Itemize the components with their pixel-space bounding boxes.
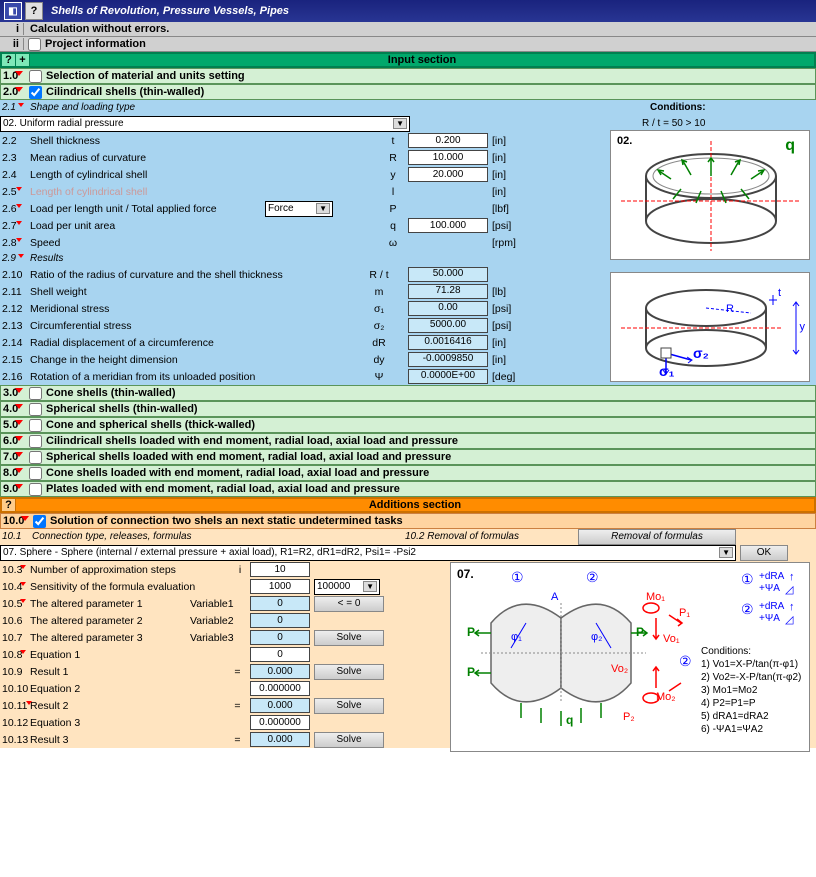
- sensitivity-dropdown[interactable]: 100000: [314, 579, 380, 595]
- eq2-input[interactable]: [250, 681, 310, 696]
- weight-output: 71.28: [408, 284, 488, 299]
- shape-loading-dropdown[interactable]: 02. Uniform radial pressure: [0, 116, 410, 132]
- section-8-checkbox[interactable]: [29, 467, 42, 480]
- conditions-block: Conditions: 1) Vo1=X-P/tan(π-φ1) 2) Vo2=…: [701, 645, 801, 736]
- mean-radius-input[interactable]: [408, 150, 488, 165]
- ok-button[interactable]: OK: [740, 545, 788, 561]
- var2-output: [250, 613, 310, 628]
- section-8-header[interactable]: 8.0Cone shells loaded with end moment, r…: [0, 465, 816, 481]
- section-10-body: 10.1 Connection type, releases, formulas…: [0, 529, 816, 748]
- app-icon[interactable]: ◧: [4, 2, 22, 20]
- var3-output: [250, 630, 310, 645]
- result1-output: [250, 664, 310, 679]
- section-9-checkbox[interactable]: [29, 483, 42, 496]
- reset-button[interactable]: < = 0: [314, 596, 384, 612]
- section-5-header[interactable]: 5.0Cone and spherical shells (thick-wall…: [0, 417, 816, 433]
- section-4-header[interactable]: 4.0Spherical shells (thin-walled): [0, 401, 816, 417]
- diagram-02: 02. q: [610, 130, 810, 260]
- project-info-label: Project information: [45, 38, 146, 50]
- var1-output: [250, 596, 310, 611]
- input-section-title: Input section: [30, 54, 814, 66]
- status-row-i: i Calculation without errors.: [0, 22, 816, 37]
- ratio-output: 50.000: [408, 267, 488, 282]
- cylinder-pressure-diagram: [611, 131, 811, 261]
- removal-button[interactable]: Removal of formulas: [578, 529, 736, 545]
- rotation-output: 0.0000E+00: [408, 369, 488, 384]
- sensitivity-input[interactable]: [250, 579, 310, 594]
- conditions-text: R / t = 50 > 10: [642, 118, 705, 129]
- section-1-checkbox[interactable]: [29, 70, 42, 83]
- height-change-output: -0.0009850: [408, 352, 488, 367]
- section-2-header[interactable]: 2.0 Cilindricall shells (thin-walled): [0, 84, 816, 100]
- additions-section-header: ? Additions section: [0, 497, 816, 513]
- section-2-body: 2.1Shape and loading type Conditions: 02…: [0, 100, 816, 385]
- title-bar: ◧ ? Shells of Revolution, Pressure Vesse…: [0, 0, 816, 22]
- section-7-checkbox[interactable]: [29, 451, 42, 464]
- meridional-stress-output: 0.00: [408, 301, 488, 316]
- help-icon[interactable]: ?: [25, 2, 43, 20]
- diagram-stress: σ₁ σ₂ t R y: [610, 272, 810, 382]
- input-section-header: ? + Input section: [0, 52, 816, 68]
- additions-title: Additions section: [16, 499, 814, 511]
- solve-button-3[interactable]: Solve: [314, 698, 384, 714]
- length-input[interactable]: [408, 167, 488, 182]
- circ-stress-output: 5000.00: [408, 318, 488, 333]
- section-6-header[interactable]: 6.0Cilindricall shells loaded with end m…: [0, 433, 816, 449]
- section-3-header[interactable]: 3.0Cone shells (thin-walled): [0, 385, 816, 401]
- expand-button[interactable]: +: [16, 54, 30, 66]
- solve-button-1[interactable]: Solve: [314, 630, 384, 646]
- section-10-checkbox[interactable]: [33, 515, 46, 528]
- section-6-checkbox[interactable]: [29, 435, 42, 448]
- radial-disp-output: 0.0016416: [408, 335, 488, 350]
- connection-type-dropdown[interactable]: 07. Sphere - Sphere (internal / external…: [0, 545, 736, 561]
- additions-help-button[interactable]: ?: [2, 499, 16, 511]
- eq1-input[interactable]: [250, 647, 310, 662]
- section-7-header[interactable]: 7.0Spherical shells loaded with end mome…: [0, 449, 816, 465]
- approx-steps-input[interactable]: [250, 562, 310, 577]
- result3-output: [250, 732, 310, 747]
- section-4-checkbox[interactable]: [29, 403, 42, 416]
- project-info-checkbox[interactable]: [28, 38, 41, 51]
- status-text: Calculation without errors.: [24, 23, 169, 35]
- result2-output: [250, 698, 310, 713]
- solve-button-2[interactable]: Solve: [314, 664, 384, 680]
- load-per-area-input[interactable]: [408, 218, 488, 233]
- section-2-checkbox[interactable]: [29, 86, 42, 99]
- help-button[interactable]: ?: [2, 54, 16, 66]
- section-5-checkbox[interactable]: [29, 419, 42, 432]
- eq3-input[interactable]: [250, 715, 310, 730]
- shell-thickness-input[interactable]: [408, 133, 488, 148]
- section-3-checkbox[interactable]: [29, 387, 42, 400]
- force-dropdown[interactable]: Force: [265, 201, 333, 217]
- conditions-label: Conditions:: [650, 102, 706, 113]
- solve-button-4[interactable]: Solve: [314, 732, 384, 748]
- diagram-07: 07. ① ② A P P P q φ₁ φ₂ Mo₁ P₁ Vo₁ Vo₂ M…: [450, 562, 810, 752]
- section-9-header[interactable]: 9.0Plates loaded with end moment, radial…: [0, 481, 816, 497]
- app-title: Shells of Revolution, Pressure Vessels, …: [51, 5, 289, 17]
- section-10-header[interactable]: 10.0 Solution of connection two shels an…: [0, 513, 816, 529]
- status-row-ii: ii Project information: [0, 37, 816, 52]
- section-1-header[interactable]: 1.0 Selection of material and units sett…: [0, 68, 816, 84]
